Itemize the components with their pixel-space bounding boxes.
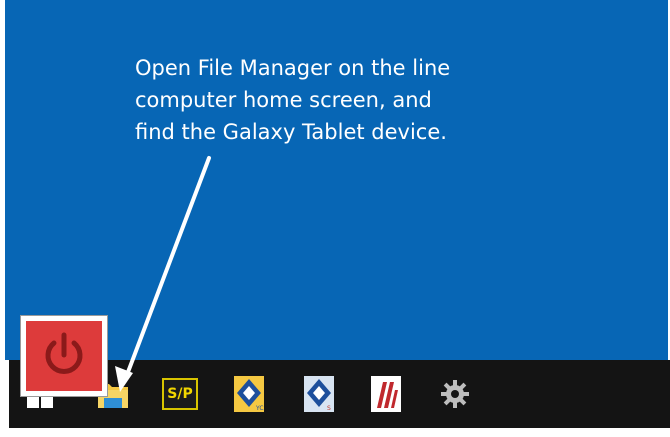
instruction-callout: Open File Manager on the line computer h… (135, 52, 535, 148)
yc-app-icon[interactable]: YC (234, 376, 264, 412)
red-logo-app-icon[interactable] (371, 376, 401, 412)
gear-settings-icon[interactable] (439, 378, 471, 410)
svg-text:YC: YC (255, 405, 264, 412)
sp-app-label: S/P (167, 386, 193, 402)
svg-text:S: S (327, 405, 331, 412)
screenshot-frame: Open File Manager on the line computer h… (0, 0, 670, 437)
instruction-line-3: find the Galaxy Tablet device. (135, 120, 447, 144)
s-app-icon[interactable]: S (304, 376, 334, 412)
instruction-line-1: Open File Manager on the line (135, 56, 451, 80)
bottom-strip (0, 428, 670, 437)
desktop-background: Open File Manager on the line computer h… (5, 0, 668, 360)
power-icon (45, 332, 83, 374)
instruction-line-2: computer home screen, and (135, 88, 432, 112)
power-tile-popup[interactable] (20, 315, 108, 397)
taskbar: S/P YC S (9, 360, 670, 428)
power-tile[interactable] (26, 321, 102, 391)
sp-app-icon[interactable]: S/P (162, 378, 198, 410)
